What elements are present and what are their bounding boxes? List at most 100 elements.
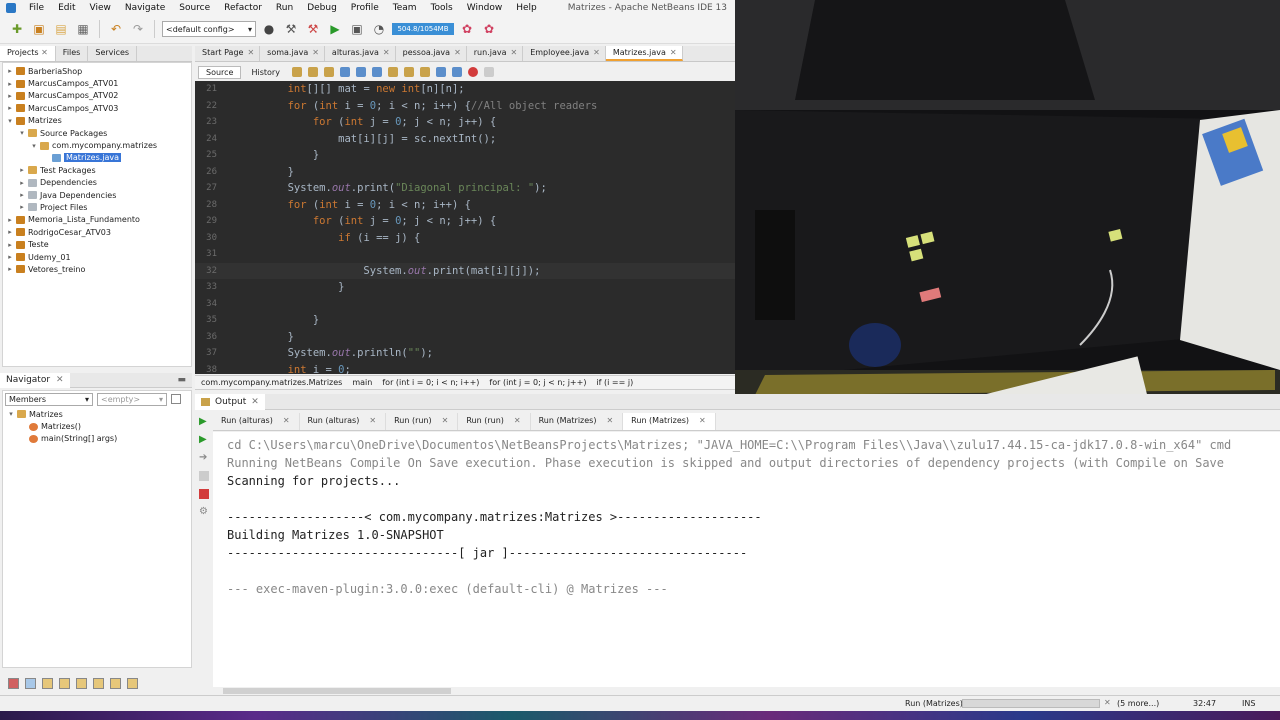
expand-icon[interactable]: ▸: [6, 253, 14, 261]
maven-icon[interactable]: [199, 471, 209, 481]
expand-icon[interactable]: ▸: [6, 228, 14, 236]
close-icon[interactable]: ✕: [369, 416, 376, 430]
find-icon[interactable]: [339, 67, 350, 77]
tree-item[interactable]: ▾ com.mycompany.matrizes: [3, 139, 191, 151]
close-icon[interactable]: ✕: [56, 375, 64, 385]
tree-item[interactable]: ▸ MarcusCampos_ATV03: [3, 102, 191, 114]
rerun-icon[interactable]: ▶: [199, 417, 209, 427]
output-console[interactable]: cd C:\Users\marcu\OneDrive\Documentos\Ne…: [213, 432, 1280, 688]
horizontal-scrollbar[interactable]: [213, 687, 1280, 695]
sort-source-icon[interactable]: [110, 677, 121, 689]
breadcrumb-item[interactable]: for (int i = 0; i < n; i++): [382, 378, 479, 387]
tree-item[interactable]: ▾ Matrizes: [3, 115, 191, 127]
resume-icon[interactable]: ➔: [199, 453, 209, 463]
menu-run[interactable]: Run: [269, 3, 300, 13]
tab-navigator[interactable]: Navigator ✕: [0, 372, 70, 388]
close-icon[interactable]: ✕: [383, 48, 390, 61]
menu-tools[interactable]: Tools: [424, 3, 460, 13]
code-line[interactable]: 24 mat[i][j] = sc.nextInt();: [195, 131, 735, 148]
code-line[interactable]: 37 System.out.println("");: [195, 345, 735, 362]
debug-icon[interactable]: ▣: [348, 20, 366, 38]
inherited-filter-icon[interactable]: [42, 677, 53, 689]
find-previous-icon[interactable]: [355, 67, 366, 77]
menu-window[interactable]: Window: [460, 3, 510, 13]
code-line[interactable]: 30 if (i == j) {: [195, 230, 735, 247]
close-icon[interactable]: ✕: [39, 48, 48, 57]
previous-bookmark-icon[interactable]: [403, 67, 414, 77]
code-editor[interactable]: 21 int[][] mat = new int[n][n]; 22 for (i…: [195, 81, 735, 374]
back-icon[interactable]: [307, 67, 318, 77]
gc-icon[interactable]: ✿: [458, 20, 476, 38]
menu-help[interactable]: Help: [509, 3, 544, 13]
close-icon[interactable]: ✕: [511, 48, 518, 61]
breadcrumb-item[interactable]: for (int j = 0; j < n; j++): [489, 378, 586, 387]
stop-icon[interactable]: [199, 489, 209, 499]
close-icon[interactable]: ✕: [283, 416, 290, 430]
editor-tab[interactable]: alturas.java ✕: [325, 46, 396, 61]
menu-refactor[interactable]: Refactor: [217, 3, 269, 13]
run-icon[interactable]: ▶: [326, 20, 344, 38]
code-line[interactable]: 33 }: [195, 279, 735, 296]
code-line[interactable]: 31: [195, 246, 735, 263]
shift-left-icon[interactable]: [435, 67, 446, 77]
code-line[interactable]: 32 System.out.print(mat[i][j]);: [195, 262, 735, 279]
code-line[interactable]: 25 }: [195, 147, 735, 164]
close-icon[interactable]: ✕: [442, 416, 449, 430]
menu-navigate[interactable]: Navigate: [118, 3, 172, 13]
tree-item[interactable]: ▸ Vetores_treino: [3, 263, 191, 275]
stop-macro-icon[interactable]: [483, 67, 494, 77]
menu-edit[interactable]: Edit: [51, 3, 82, 13]
clean-build-icon[interactable]: ⚒: [304, 20, 322, 38]
tree-item[interactable]: ▸ Teste: [3, 238, 191, 250]
save-all-icon[interactable]: ▦: [74, 20, 92, 38]
expand-icon[interactable]: ▸: [18, 179, 26, 187]
status-task[interactable]: Run (Matrizes): [905, 699, 963, 708]
menu-team[interactable]: Team: [386, 3, 424, 13]
expand-icon[interactable]: ▸: [6, 265, 14, 273]
code-line[interactable]: 35 }: [195, 312, 735, 329]
breadcrumb-item[interactable]: main: [352, 378, 372, 387]
memory-usage-bar[interactable]: 504.8/1054MB: [392, 23, 454, 35]
new-project-icon[interactable]: ▣: [30, 20, 48, 38]
close-icon[interactable]: ✕: [606, 416, 613, 430]
run-tab[interactable]: Run (Matrizes) ✕: [623, 413, 716, 430]
toggle-highlight-icon[interactable]: [387, 67, 398, 77]
last-edit-icon[interactable]: [291, 67, 302, 77]
find-next-icon[interactable]: [371, 67, 382, 77]
filter-select[interactable]: <empty> ▾: [97, 393, 167, 406]
close-icon[interactable]: ✕: [670, 48, 677, 59]
code-line[interactable]: 26 }: [195, 164, 735, 181]
expand-icon[interactable]: ▸: [6, 216, 14, 224]
shift-right-icon[interactable]: [451, 67, 462, 77]
sort-name-icon[interactable]: [93, 677, 104, 689]
profile-icon[interactable]: ◔: [370, 20, 388, 38]
breadcrumb-item[interactable]: com.mycompany.matrizes.Matrizes: [201, 378, 342, 387]
code-line[interactable]: 27 System.out.print("Diagonal principal:…: [195, 180, 735, 197]
expand-icon[interactable]: ▸: [6, 92, 14, 100]
tab-files[interactable]: Files: [56, 46, 89, 61]
static-filter-icon[interactable]: [25, 677, 36, 689]
tree-item[interactable]: ▸ Udemy_01: [3, 251, 191, 263]
close-icon[interactable]: ✕: [514, 416, 521, 430]
run-tab[interactable]: Run (Matrizes) ✕: [531, 413, 624, 430]
next-bookmark-icon[interactable]: [419, 67, 430, 77]
menu-source[interactable]: Source: [172, 3, 217, 13]
breadcrumb-item[interactable]: if (i == j): [596, 378, 633, 387]
tree-item[interactable]: ▸ RodrigoCesar_ATV03: [3, 226, 191, 238]
tab-projects[interactable]: Projects ✕: [0, 46, 56, 61]
run-tab[interactable]: Run (run) ✕: [386, 413, 459, 430]
forward-icon[interactable]: [323, 67, 334, 77]
tree-item[interactable]: ▸ Project Files: [3, 201, 191, 213]
code-line[interactable]: 23 for (int j = 0; j < n; j++) {: [195, 114, 735, 131]
code-line[interactable]: 36 }: [195, 329, 735, 346]
expand-icon[interactable]: ▸: [18, 191, 26, 199]
code-line[interactable]: 28 for (int i = 0; i < n; i++) {: [195, 197, 735, 214]
globe-icon[interactable]: ●: [260, 20, 278, 38]
editor-tab[interactable]: Employee.java ✕: [523, 46, 606, 61]
filter-icon[interactable]: [171, 394, 181, 404]
navigator-item[interactable]: main(String[] args): [3, 433, 191, 445]
tree-item[interactable]: ▾ Source Packages: [3, 127, 191, 139]
collapse-icon[interactable]: ▾: [18, 129, 26, 137]
code-line[interactable]: 29 for (int j = 0; j < n; j++) {: [195, 213, 735, 230]
code-line[interactable]: 21 int[][] mat = new int[n][n];: [195, 81, 735, 98]
